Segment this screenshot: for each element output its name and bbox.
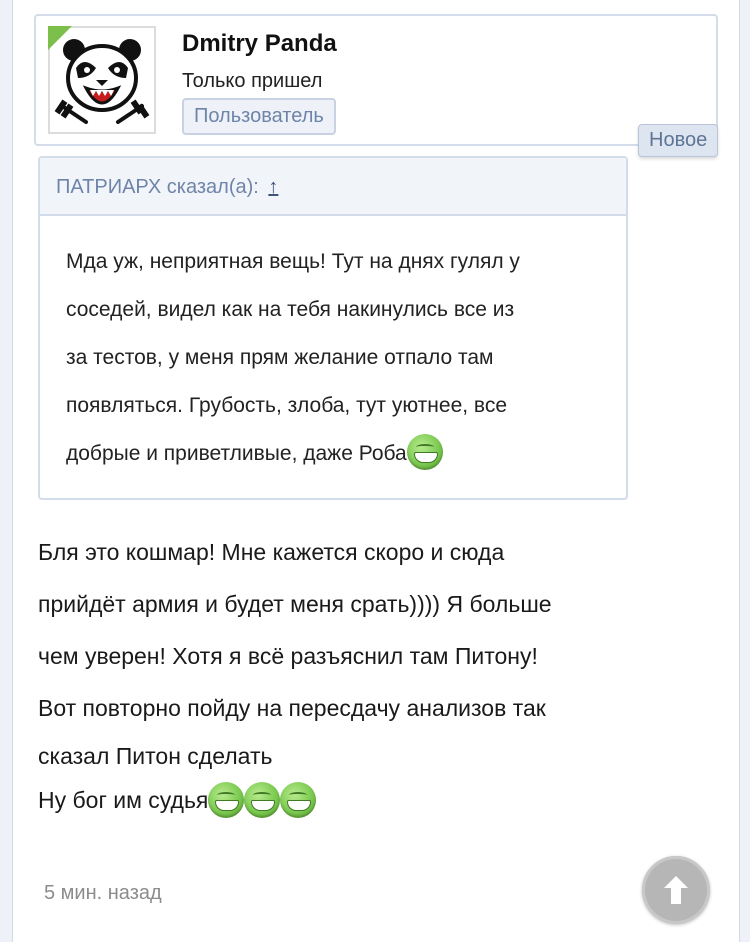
quote-source-link-icon[interactable]: ↑ — [268, 176, 278, 198]
role-badge: Пользователь — [182, 98, 336, 135]
author-card: Dmitry Panda Только пришел Пользователь — [34, 14, 718, 146]
quote-line: появляться. Грубость, злоба, тут уютнее,… — [66, 394, 508, 417]
author-name[interactable]: Dmitry Panda — [182, 30, 337, 58]
quote-header: ПАТРИАРХ сказал(а): ↑ — [40, 158, 626, 216]
quote-line: Мда уж, неприятная вещь! Тут на днях гул… — [66, 250, 520, 273]
message-line: Бля это кошмар! Мне кажется скоро и сюда — [38, 539, 505, 565]
grin-smiley-icon — [208, 782, 245, 818]
quote-line: соседей, видел как на тебя накинулись вс… — [66, 298, 515, 321]
new-badge: Новое — [638, 124, 719, 157]
grin-smiley-icon — [280, 782, 317, 818]
author-status: Только пришел — [182, 70, 323, 92]
grin-smiley-icon — [406, 434, 443, 470]
quote-author-label: ПАТРИАРХ сказал(а): — [56, 176, 259, 198]
quote-line: за тестов, у меня прям желание отпало та… — [66, 346, 494, 369]
quote-line: добрые и приветливые, даже Роба — [66, 430, 604, 478]
quote-text: Мда уж, неприятная вещь! Тут на днях гул… — [40, 216, 626, 478]
post-timestamp[interactable]: 5 мин. назад — [44, 882, 162, 905]
message-line: чем уверен! Хотя я всё разъяснил там Пит… — [38, 643, 538, 669]
message-line: сказал Питон сделать — [38, 743, 273, 769]
quote-block: ПАТРИАРХ сказал(а): ↑ Мда уж, неприятная… — [38, 156, 628, 500]
scroll-to-top-button[interactable] — [642, 856, 710, 924]
grin-smiley-icon — [244, 782, 281, 818]
message-body: Бля это кошмар! Мне кажется скоро и сюда… — [38, 526, 678, 822]
message-line: прийдёт армия и будет меня срать)))) Я б… — [38, 591, 552, 617]
message-line: Вот повторно пойду на пересдачу анализов… — [38, 695, 546, 721]
arrow-up-icon — [664, 876, 688, 904]
avatar[interactable] — [48, 26, 156, 134]
online-indicator — [48, 26, 72, 50]
message-line: Ну бог им судья — [38, 778, 678, 822]
